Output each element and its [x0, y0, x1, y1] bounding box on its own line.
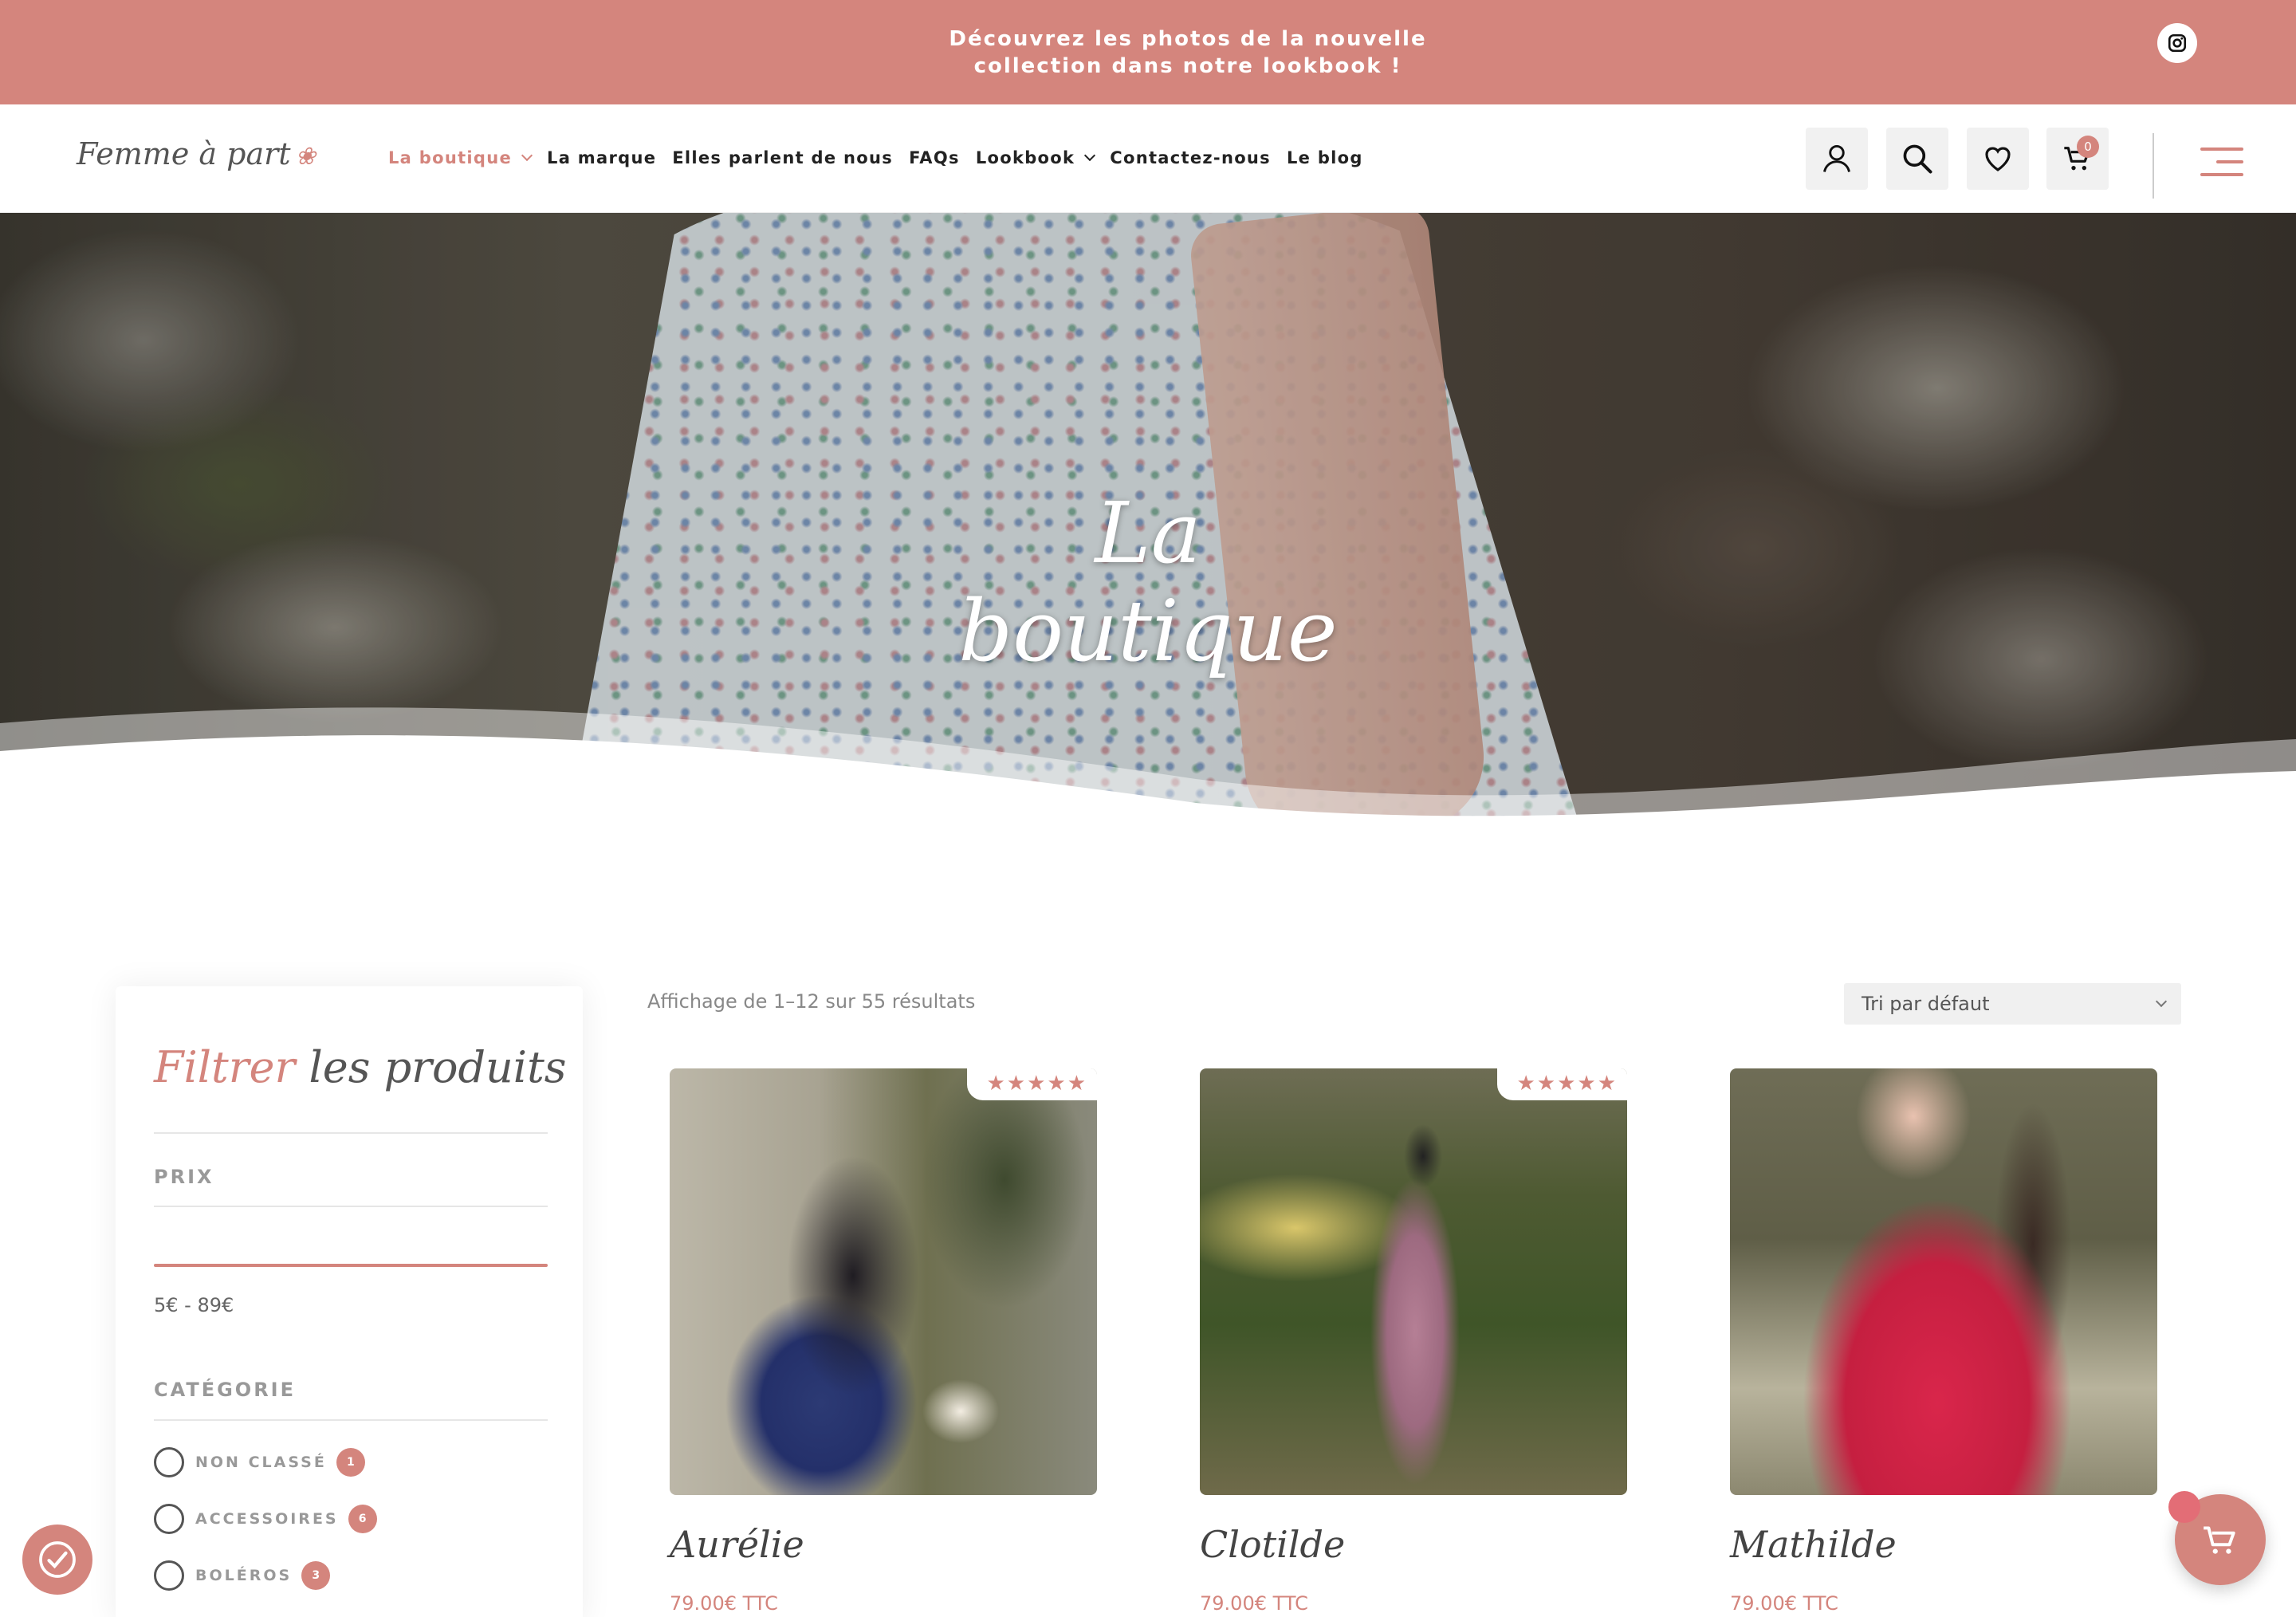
category-radio[interactable]: [154, 1560, 184, 1591]
category-option-non-classe[interactable]: NON CLASSÉ 1: [154, 1447, 365, 1477]
product-price: 79.00€ TTC: [670, 1592, 778, 1615]
results-count: Affichage de 1–12 sur 55 résultats: [647, 990, 976, 1013]
category-count-badge: 3: [301, 1561, 331, 1590]
product-price: 79.00€ TTC: [1200, 1592, 1308, 1615]
nav-label: Contactez-nous: [1110, 148, 1271, 167]
chevron-down-icon: [2155, 995, 2168, 1008]
main-nav: La boutique La marque Elles parlent de n…: [388, 148, 1363, 167]
cart-notification-dot: [2168, 1491, 2200, 1523]
category-radio[interactable]: [154, 1504, 184, 1534]
category-label: NON CLASSÉ: [195, 1454, 327, 1471]
announcement-line-2[interactable]: collection dans notre lookbook !: [909, 53, 1467, 80]
search-icon: [1903, 144, 1932, 174]
site-header: Femme à part ❀ La boutique La marque Elle…: [0, 104, 2296, 213]
cart-button[interactable]: 0: [2046, 128, 2109, 190]
nav-item-contactez-nous[interactable]: Contactez-nous: [1110, 148, 1271, 167]
hero-banner: La boutique: [0, 213, 2296, 837]
sort-selected-value: Tri par défaut: [1862, 993, 1990, 1015]
product-name[interactable]: Aurélie: [670, 1523, 804, 1566]
price-range-value: 5€ - 89€: [154, 1294, 234, 1316]
rating-stars: ★★★★★: [967, 1068, 1097, 1100]
nav-label: La boutique: [388, 148, 513, 167]
heart-icon: [1985, 147, 2011, 171]
site-logo[interactable]: Femme à part ❀: [77, 136, 316, 171]
nav-item-la-marque[interactable]: La marque: [547, 148, 656, 167]
product-price: 79.00€ TTC: [1730, 1592, 1838, 1615]
product-image[interactable]: [1730, 1068, 2157, 1495]
nav-label: FAQs: [909, 148, 960, 167]
category-heading: CATÉGORIE: [154, 1379, 296, 1401]
menu-icon[interactable]: [2200, 144, 2243, 179]
announcement-bar: Découvrez les photos de la nouvelle coll…: [0, 0, 2296, 104]
category-label: BOLÉROS: [195, 1567, 293, 1584]
nav-item-elles-parlent-de-nous[interactable]: Elles parlent de nous: [672, 148, 893, 167]
cart-count-badge: 0: [2077, 136, 2099, 158]
price-heading: PRIX: [154, 1166, 214, 1188]
header-divider: [2152, 133, 2154, 199]
sort-select[interactable]: Tri par défaut: [1844, 983, 2181, 1025]
category-count-badge: 1: [336, 1448, 365, 1477]
account-icon: [1822, 144, 1851, 172]
chevron-down-icon: [521, 149, 533, 162]
filter-title-rest: les produits: [309, 1042, 567, 1092]
category-radio[interactable]: [154, 1447, 184, 1477]
nav-label: La marque: [547, 148, 657, 167]
instagram-icon[interactable]: [2157, 23, 2197, 63]
filter-title: Filtrer les produits: [154, 1042, 567, 1092]
filter-title-accent: Filtrer: [154, 1042, 296, 1092]
logo-text: Femme à part: [77, 136, 291, 171]
nav-item-faqs[interactable]: FAQs: [909, 148, 960, 167]
price-range-slider[interactable]: [154, 1264, 548, 1267]
nav-label: Le blog: [1286, 148, 1363, 167]
rating-stars: ★★★★★: [1497, 1068, 1627, 1100]
page-title: La boutique: [958, 484, 1338, 680]
nav-item-la-boutique[interactable]: La boutique: [388, 148, 533, 167]
hero-wave-divider: [0, 707, 2296, 837]
flower-icon: ❀: [295, 143, 316, 171]
cart-icon: [2204, 1526, 2235, 1554]
product-name[interactable]: Clotilde: [1200, 1523, 1345, 1566]
divider: [154, 1419, 548, 1421]
wishlist-button[interactable]: [1967, 128, 2029, 190]
account-button[interactable]: [1806, 128, 1868, 190]
filter-sidebar: Filtrer les produits PRIX 5€ - 89€ CATÉG…: [116, 986, 583, 1617]
divider: [154, 1132, 548, 1134]
announcement-line-1[interactable]: Découvrez les photos de la nouvelle: [909, 26, 1467, 53]
cookie-settings-button[interactable]: [22, 1525, 92, 1595]
category-count-badge: 6: [348, 1505, 377, 1533]
product-name[interactable]: Mathilde: [1730, 1523, 1897, 1566]
search-button[interactable]: [1886, 128, 1948, 190]
category-option-boleros[interactable]: BOLÉROS 3: [154, 1560, 331, 1591]
product-card[interactable]: ★★★★★ Clotilde 79.00€ TTC: [1200, 1068, 1627, 1615]
nav-item-le-blog[interactable]: Le blog: [1287, 148, 1363, 167]
product-card[interactable]: ★★★★★ Aurélie 79.00€ TTC: [670, 1068, 1097, 1615]
nav-label: Elles parlent de nous: [672, 148, 894, 167]
category-option-accessoires[interactable]: ACCESSOIRES 6: [154, 1504, 377, 1534]
product-image[interactable]: ★★★★★: [1200, 1068, 1627, 1495]
divider: [154, 1206, 548, 1207]
nav-label: Lookbook: [975, 148, 1075, 167]
product-card[interactable]: Mathilde 79.00€ TTC: [1730, 1068, 2157, 1615]
product-image[interactable]: ★★★★★: [670, 1068, 1097, 1495]
announcement-text[interactable]: Découvrez les photos de la nouvelle coll…: [909, 26, 1467, 80]
cookie-consent-icon: [39, 1541, 76, 1578]
chevron-down-icon: [1084, 149, 1096, 162]
category-label: ACCESSOIRES: [195, 1510, 339, 1528]
nav-item-lookbook[interactable]: Lookbook: [975, 148, 1096, 167]
